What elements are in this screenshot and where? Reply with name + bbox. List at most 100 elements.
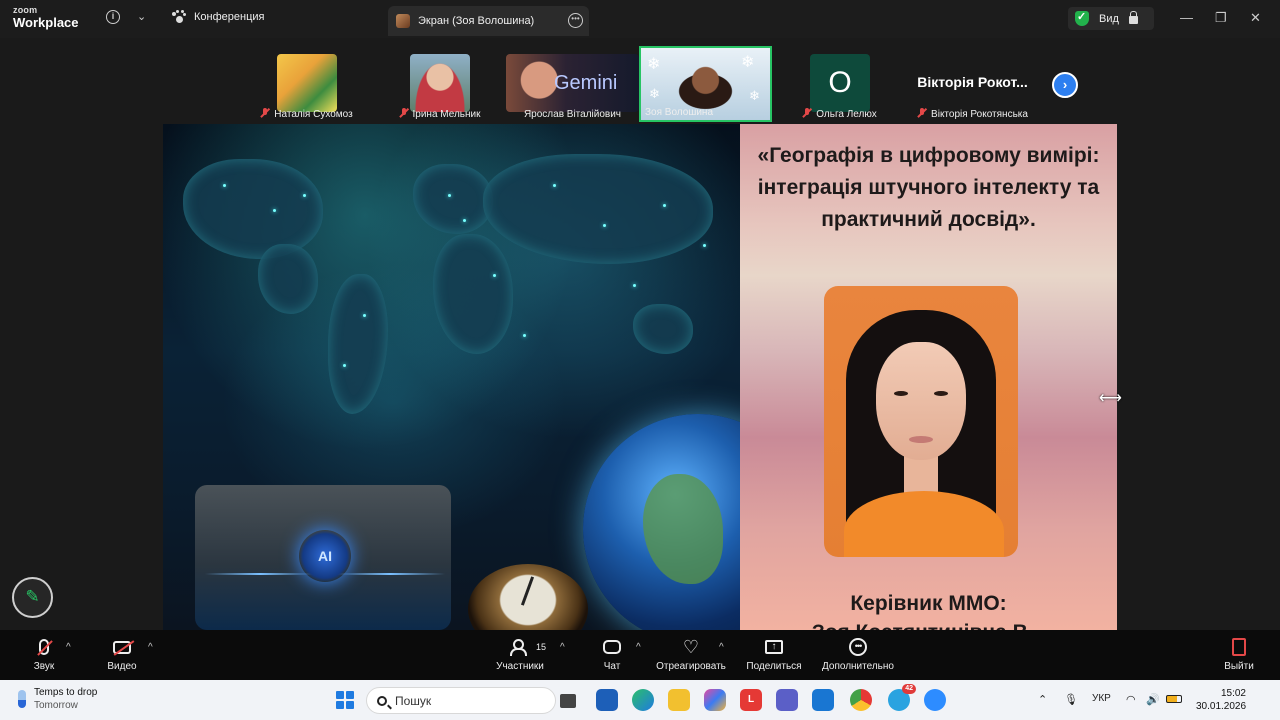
meeting-toolbar: Звук ^ Видео ^ Участники 15 ^ Чат ^ ♡ От…: [0, 630, 1280, 680]
avatar: [396, 14, 410, 28]
mic-off-icon: [260, 108, 270, 118]
react-options-caret[interactable]: ^: [719, 642, 724, 653]
heart-icon: ♡: [682, 637, 700, 657]
info-icon[interactable]: i: [106, 10, 120, 24]
share-screen-icon: ↑: [765, 640, 783, 654]
mic-off-icon: [917, 108, 927, 118]
camera-off-icon: [113, 640, 131, 654]
react-label: Отреагировать: [656, 661, 726, 672]
weather-title: Temps to drop: [34, 687, 98, 698]
video-button[interactable]: Видео: [104, 636, 140, 672]
shared-screen: AI «Географія в цифровому вимірі: інтегр…: [0, 124, 1280, 630]
copilot-icon[interactable]: [704, 689, 726, 711]
snowflake-icon: ❄: [649, 86, 660, 101]
taskbar-clock[interactable]: 15:02 30.01.2026: [1196, 687, 1246, 713]
ai-card-image: AI: [195, 485, 451, 630]
edge-icon[interactable]: [632, 689, 654, 711]
tab-conference[interactable]: Конференция: [172, 10, 264, 24]
weather-widget[interactable]: Temps to drop Tomorrow: [18, 687, 97, 711]
battery-icon[interactable]: [1166, 695, 1182, 703]
chat-button[interactable]: Чат: [600, 636, 624, 672]
slide-text-panel: «Географія в цифровому вимірі: інтеграці…: [740, 124, 1117, 630]
snowflake-icon: ❄: [741, 54, 755, 71]
participant-tile-name: Вікторія Рокот...: [917, 74, 1028, 90]
clock-time: 15:02: [1220, 688, 1246, 699]
participant-tile[interactable]: Вікторія Рокот... Вікторія Рокотянська: [906, 46, 1039, 122]
chevron-up-icon[interactable]: ⌃: [1038, 693, 1047, 706]
audio-button[interactable]: Звук: [28, 636, 60, 672]
participant-image: [410, 54, 470, 112]
notification-badge: 42: [902, 684, 916, 694]
chrome-icon[interactable]: [850, 689, 872, 711]
participant-tile-active[interactable]: ❄ ❄ ❄ ❄ Зоя Волошина: [639, 46, 772, 122]
mic-off-icon: [39, 639, 49, 655]
participant-tile[interactable]: Наталія Сухомоз: [240, 46, 373, 122]
title-bar: zoom Workplace i ⌄ Конференция Экран (Зо…: [0, 0, 1280, 38]
participant-name: Вікторія Рокотянська: [931, 109, 1028, 120]
windows-start-icon[interactable]: [336, 691, 354, 709]
resize-cursor-icon: ⟷: [1099, 390, 1122, 407]
close-icon[interactable]: ✕: [1250, 10, 1261, 26]
chevron-down-icon[interactable]: ⌄: [137, 10, 146, 23]
minimize-icon[interactable]: —: [1180, 10, 1193, 25]
more-icon[interactable]: •••: [568, 13, 583, 28]
mic-off-icon: [399, 108, 409, 118]
audio-options-caret[interactable]: ^: [66, 642, 71, 653]
participant-tile[interactable]: Ірина Мельник: [373, 46, 506, 122]
task-view-icon[interactable]: [560, 694, 576, 708]
language-indicator[interactable]: УКР: [1092, 693, 1111, 704]
search-icon: [377, 695, 387, 706]
leave-label: Выйти: [1224, 661, 1254, 672]
gemini-overlay: Gemini: [554, 72, 618, 94]
telegram-icon[interactable]: 42: [888, 684, 916, 711]
zoom-app-icon[interactable]: [924, 689, 946, 711]
outlook-icon[interactable]: [812, 689, 834, 711]
volume-icon[interactable]: 🔊: [1146, 693, 1160, 706]
microphone-icon[interactable]: 🎙: [1064, 693, 1078, 706]
store-icon[interactable]: [596, 689, 618, 711]
lock-icon: [1128, 11, 1138, 24]
chat-label: Чат: [603, 661, 621, 672]
chat-icon: [603, 640, 621, 654]
slide-subtitle: Керівник ММО:: [850, 592, 1007, 615]
chat-options-caret[interactable]: ^: [636, 642, 641, 653]
participants-icon: [510, 639, 530, 656]
explorer-icon[interactable]: [668, 689, 690, 711]
participants-label: Участники: [496, 661, 544, 672]
wifi-icon[interactable]: ◠: [1126, 693, 1136, 706]
participants-options-caret[interactable]: ^: [560, 642, 565, 653]
participant-name: Наталія Сухомоз: [274, 109, 353, 120]
snowflake-icon: ❄: [749, 88, 760, 103]
weather-subtitle: Tomorrow: [34, 700, 78, 711]
participant-name: Ірина Мельник: [412, 109, 481, 120]
participants-strip: Наталія Сухомоз Ірина Мельник Gemini Яро…: [0, 38, 1280, 124]
annotate-pen-button[interactable]: ✎: [12, 577, 53, 618]
slide-subtitle-cut: Зоя Костянтинівна В...: [740, 621, 1117, 630]
react-button[interactable]: ♡ Отреагировать: [654, 636, 728, 672]
participant-image: Gemini: [506, 54, 639, 112]
tab-screen-share[interactable]: Экран (Зоя Волошина) •••: [388, 6, 589, 36]
participant-image: [277, 54, 337, 112]
l-app-icon[interactable]: L: [740, 689, 762, 711]
more-label: Дополнительно: [822, 661, 894, 672]
mic-off-icon: [802, 108, 812, 118]
leave-button[interactable]: Выйти: [1222, 636, 1256, 672]
compass-image: [468, 564, 588, 630]
more-icon: •••: [849, 638, 867, 656]
view-button[interactable]: Вид: [1068, 7, 1154, 30]
participant-tile[interactable]: О Ольга Лелюх: [773, 46, 906, 122]
share-label: Поделиться: [746, 661, 802, 672]
taskbar-search[interactable]: Пошук: [366, 687, 556, 714]
share-button[interactable]: ↑ Поделиться: [744, 636, 804, 672]
teams-icon[interactable]: [776, 689, 798, 711]
zoom-logo: zoom Workplace: [13, 6, 79, 30]
view-label: Вид: [1099, 12, 1119, 25]
next-page-button[interactable]: ›: [1052, 72, 1078, 98]
paw-icon: [172, 10, 186, 24]
participant-initial: О: [810, 54, 870, 112]
slide-title: «Географія в цифровому вимірі: інтеграці…: [757, 144, 1100, 231]
video-options-caret[interactable]: ^: [148, 642, 153, 653]
restore-icon[interactable]: ❐: [1215, 10, 1227, 26]
participant-tile[interactable]: Gemini Ярослав Віталійович: [506, 46, 639, 122]
more-button[interactable]: ••• Дополнительно: [818, 636, 898, 672]
